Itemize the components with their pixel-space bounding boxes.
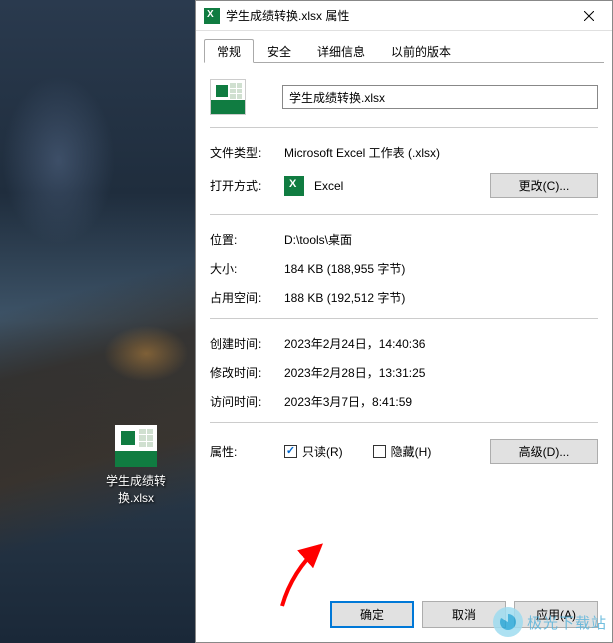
separator (210, 127, 598, 128)
filename-row (210, 79, 598, 115)
desktop-file-icon[interactable]: 学生成绩转换.xlsx (98, 425, 174, 507)
created-value: 2023年2月24日，14:40:36 (284, 335, 598, 352)
sizedisk-row: 占用空间: 188 KB (192,512 字节) (210, 289, 598, 306)
modified-label: 修改时间: (210, 364, 284, 381)
attributes-label: 属性: (210, 443, 284, 460)
filetype-label: 文件类型: (210, 144, 284, 161)
location-value: D:\tools\桌面 (284, 231, 598, 248)
created-row: 创建时间: 2023年2月24日，14:40:36 (210, 335, 598, 352)
tab-details[interactable]: 详细信息 (304, 39, 378, 62)
tab-content: 文件类型: Microsoft Excel 工作表 (.xlsx) 打开方式: … (196, 63, 612, 591)
desktop-wallpaper-art (0, 0, 195, 643)
dialog-title: 学生成绩转换.xlsx 属性 (226, 7, 566, 24)
excel-icon (204, 8, 220, 24)
advanced-button[interactable]: 高级(D)... (490, 439, 598, 464)
sizedisk-label: 占用空间: (210, 289, 284, 306)
filetype-row: 文件类型: Microsoft Excel 工作表 (.xlsx) (210, 144, 598, 161)
attributes-row: 属性: 只读(R) 隐藏(H) 高级(D)... (210, 439, 598, 464)
tab-strip: 常规 安全 详细信息 以前的版本 (204, 39, 604, 63)
close-button[interactable] (566, 1, 612, 31)
tab-previous-versions[interactable]: 以前的版本 (378, 39, 464, 62)
accessed-row: 访问时间: 2023年3月7日，8:41:59 (210, 393, 598, 410)
properties-dialog: 学生成绩转换.xlsx 属性 常规 安全 详细信息 以前的版本 文件类型: Mi… (195, 0, 613, 643)
location-row: 位置: D:\tools\桌面 (210, 231, 598, 248)
created-label: 创建时间: (210, 335, 284, 352)
tab-security[interactable]: 安全 (254, 39, 304, 62)
sizedisk-value: 188 KB (192,512 字节) (284, 289, 598, 306)
separator (210, 422, 598, 423)
location-label: 位置: (210, 231, 284, 248)
size-label: 大小: (210, 260, 284, 277)
separator (210, 318, 598, 319)
accessed-label: 访问时间: (210, 393, 284, 410)
separator (210, 214, 598, 215)
watermark: 极光下载站 (493, 607, 607, 637)
desktop-background: 学生成绩转换.xlsx (0, 0, 195, 643)
size-value: 184 KB (188,955 字节) (284, 260, 598, 277)
close-icon (584, 11, 594, 21)
excel-file-icon (115, 425, 157, 467)
file-type-icon (210, 79, 246, 115)
size-row: 大小: 184 KB (188,955 字节) (210, 260, 598, 277)
openwith-label: 打开方式: (210, 177, 284, 194)
watermark-text: 极光下载站 (527, 612, 607, 633)
filetype-value: Microsoft Excel 工作表 (.xlsx) (284, 144, 598, 161)
hidden-checkbox-wrap[interactable]: 隐藏(H) (373, 443, 432, 460)
dialog-titlebar[interactable]: 学生成绩转换.xlsx 属性 (196, 1, 612, 31)
desktop-file-label: 学生成绩转换.xlsx (98, 473, 174, 507)
hidden-checkbox[interactable] (373, 445, 386, 458)
ok-button[interactable]: 确定 (330, 601, 414, 628)
readonly-label: 只读(R) (302, 443, 343, 460)
readonly-checkbox-wrap[interactable]: 只读(R) (284, 443, 343, 460)
filename-input[interactable] (282, 85, 598, 109)
watermark-logo-icon (493, 607, 523, 637)
accessed-value: 2023年3月7日，8:41:59 (284, 393, 598, 410)
modified-row: 修改时间: 2023年2月28日，13:31:25 (210, 364, 598, 381)
openwith-app: Excel (314, 179, 343, 193)
openwith-row: 打开方式: Excel 更改(C)... (210, 173, 598, 198)
hidden-label: 隐藏(H) (391, 443, 432, 460)
readonly-checkbox[interactable] (284, 445, 297, 458)
tab-general[interactable]: 常规 (204, 39, 254, 63)
change-button[interactable]: 更改(C)... (490, 173, 598, 198)
excel-app-icon (284, 176, 304, 196)
modified-value: 2023年2月28日，13:31:25 (284, 364, 598, 381)
tabs-container: 常规 安全 详细信息 以前的版本 (196, 31, 612, 63)
